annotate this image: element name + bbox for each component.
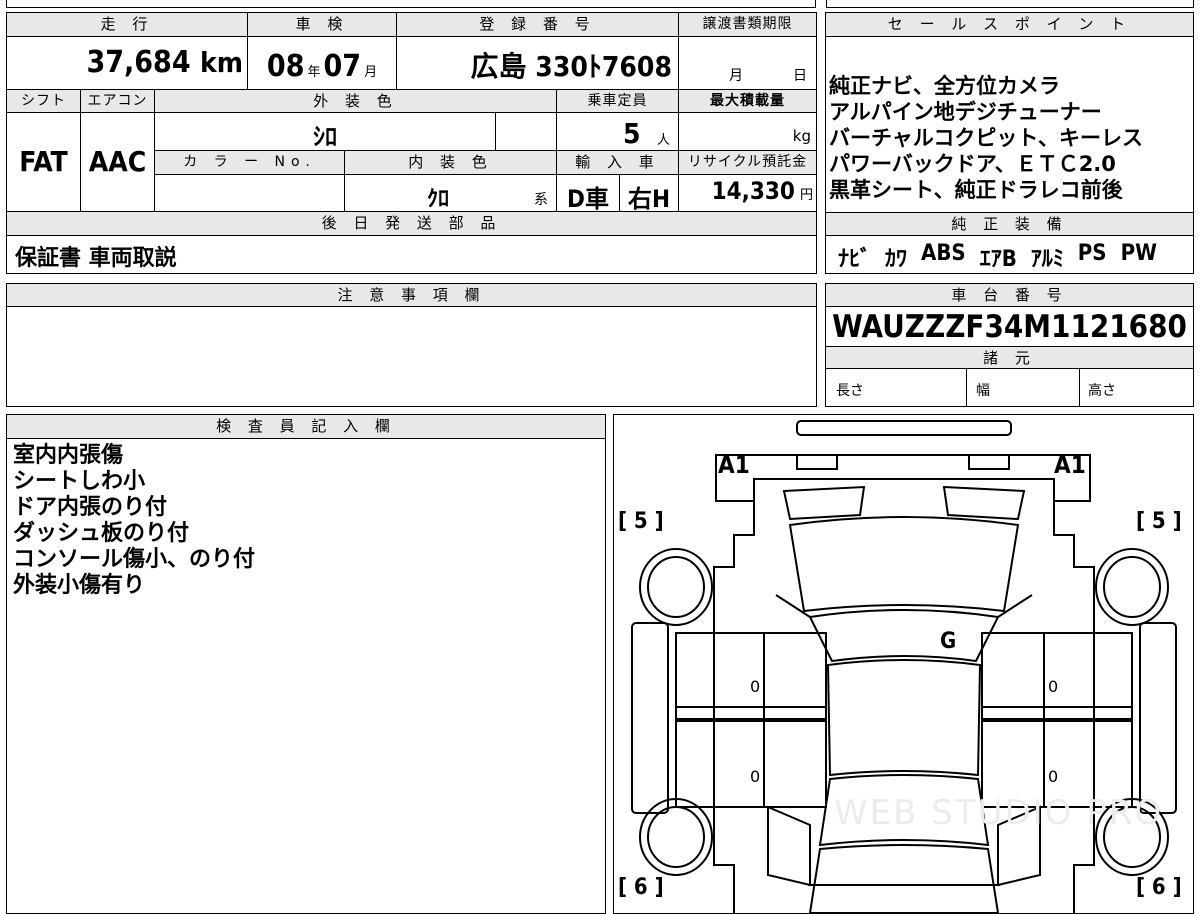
- notes-box: 注 意 事 項 欄: [6, 283, 817, 407]
- int-color-suffix: 系: [534, 192, 548, 208]
- ac-value: AAC: [88, 145, 147, 178]
- chassis-box: 車 台 番 号 WAUZZZF34M1121680 諸 元 長さ 幅 高さ: [825, 283, 1194, 407]
- inspector-line: ダッシュ板のり付: [13, 521, 190, 546]
- import-header: 輸 入 車: [557, 151, 678, 174]
- mileage-value: 37,684 km: [86, 45, 243, 80]
- equipment-item: ｱﾙﾐ: [1030, 247, 1064, 272]
- top-strip-right: [826, 0, 1194, 8]
- import-value: D車: [567, 185, 609, 213]
- chassis-header: 車 台 番 号: [826, 284, 1193, 307]
- car-diagram: [631, 420, 1177, 913]
- vehicle-info-table: 走 行 車 検 登 録 番 号 譲渡書類期限 37,684 km 08 年 07 月 …: [6, 12, 817, 274]
- equipment-item: ｶﾜ: [885, 247, 908, 272]
- recycle-value: 14,330 円: [711, 177, 813, 205]
- tyre-rear-right: [ 6 ]: [1136, 875, 1182, 900]
- ac-header: エアコン: [81, 90, 154, 112]
- inspector-line: 外装小傷有り: [13, 573, 146, 598]
- inspector-line: シートしわ小: [13, 469, 146, 494]
- equipment-item: ABS: [921, 241, 966, 266]
- spec-height: 高さ: [1088, 383, 1116, 399]
- top-strip: [6, 0, 816, 8]
- inspector-line: コンソール傷小、のり付: [13, 547, 256, 572]
- later-parts-header: 後 日 発 送 部 品: [7, 212, 816, 235]
- inspector-header: 検 査 員 記 入 欄: [7, 415, 605, 439]
- sales-point: 純正ナビ、全方位カメラ: [829, 74, 1060, 98]
- door-mark-rear-right: 0: [1048, 767, 1059, 786]
- front-right-mark: A1: [1054, 451, 1086, 479]
- later-parts-value: 保証書 車両取説: [15, 246, 177, 271]
- registration-header: 登 録 番 号: [397, 13, 678, 36]
- inspector-lines: 室内内張傷 シートしわ小 ドア内張のり付 ダッシュ板のり付 コンソール傷小、のり…: [13, 443, 255, 599]
- equipment-item: ﾅﾋﾞ: [838, 247, 872, 272]
- max-load-header: 最大積載量: [679, 90, 816, 112]
- equipment-item: ｴｱB: [979, 247, 1017, 272]
- door-mark-front-right: 0: [1048, 677, 1059, 696]
- int-color-value: ｸﾛ: [426, 187, 449, 212]
- sales-point: アルパイン地デジチューナー: [829, 100, 1102, 124]
- equipment-item: PW: [1120, 241, 1157, 266]
- inspector-line: ドア内張のり付: [13, 495, 168, 520]
- transfer-deadline-header: 譲渡書類期限: [679, 13, 816, 36]
- shift-header: シフト: [7, 90, 80, 112]
- transfer-month-unit: 月: [729, 68, 743, 84]
- mileage-header: 走 行: [7, 13, 247, 36]
- inspection-header: 車 検: [248, 13, 396, 36]
- notes-header: 注 意 事 項 欄: [7, 284, 816, 307]
- inspection-value: 08 年 07 月: [266, 49, 378, 84]
- color-no-header: カ ラ ー No.: [155, 151, 344, 174]
- capacity-header: 乗車定員: [557, 90, 678, 112]
- ext-color-header: 外 装 色: [155, 90, 556, 112]
- steering-value: 右H: [627, 185, 671, 213]
- shift-value: FAT: [19, 145, 68, 178]
- tyre-rear-left: [ 6 ]: [618, 875, 664, 900]
- windshield-mark: G: [940, 629, 957, 654]
- registration-number: 広島 330ﾄ7608: [470, 50, 672, 83]
- tyre-front-left: [ 5 ]: [618, 509, 664, 534]
- transfer-day-unit: 日: [793, 68, 807, 84]
- specs-header: 諸 元: [826, 346, 1193, 369]
- sales-point: パワーバックドア、ＥＴＣ2.0: [829, 152, 1116, 176]
- equipment-box: 純 正 装 備 ﾅﾋﾞ ｶﾜ ABS ｴｱB ｱﾙﾐ PS PW: [825, 212, 1194, 274]
- recycle-header: リサイクル預託金: [679, 151, 816, 174]
- sales-points-list: 純正ナビ、全方位カメラ アルパイン地デジチューナー バーチャルコクピット、キーレ…: [829, 73, 1193, 203]
- sales-point: 黒革シート、純正ドラレコ前後: [829, 178, 1123, 202]
- spec-width: 幅: [976, 383, 990, 399]
- sales-points-box: セ ー ル ス ポ イ ン ト 純正ナビ、全方位カメラ アルパイン地デジチューナ…: [825, 12, 1194, 213]
- tyre-front-right: [ 5 ]: [1136, 509, 1182, 534]
- door-mark-front-left: 0: [750, 677, 761, 696]
- sales-point: バーチャルコクピット、キーレス: [829, 126, 1143, 150]
- sales-points-header: セ ー ル ス ポ イ ン ト: [826, 13, 1193, 37]
- inspector-line: 室内内張傷: [13, 443, 124, 468]
- equipment-header: 純 正 装 備: [826, 213, 1193, 236]
- watermark: WEB STUDIO PRO: [834, 793, 1164, 833]
- front-left-mark: A1: [718, 451, 750, 479]
- inspector-box: 検 査 員 記 入 欄 室内内張傷 シートしわ小 ドア内張のり付 ダッシュ板のり…: [6, 414, 606, 914]
- equipment-list: ﾅﾋﾞ ｶﾜ ABS ｴｱB ｱﾙﾐ PS PW: [838, 241, 1193, 273]
- equipment-item: PS: [1077, 241, 1107, 266]
- car-diagram-box: A1 A1 [ 5 ] [ 5 ] [ 6 ] [ 6 ] G 0 0 0 0 …: [613, 414, 1194, 914]
- chassis-number: WAUZZZF34M1121680: [832, 309, 1187, 345]
- ext-color-value: ｼﾛ: [313, 123, 337, 151]
- int-color-header: 内 装 色: [345, 151, 556, 174]
- max-load-unit: kg: [792, 127, 811, 145]
- capacity-value: 5 人: [623, 117, 671, 150]
- door-mark-rear-left: 0: [750, 767, 761, 786]
- spec-length: 長さ: [836, 383, 864, 399]
